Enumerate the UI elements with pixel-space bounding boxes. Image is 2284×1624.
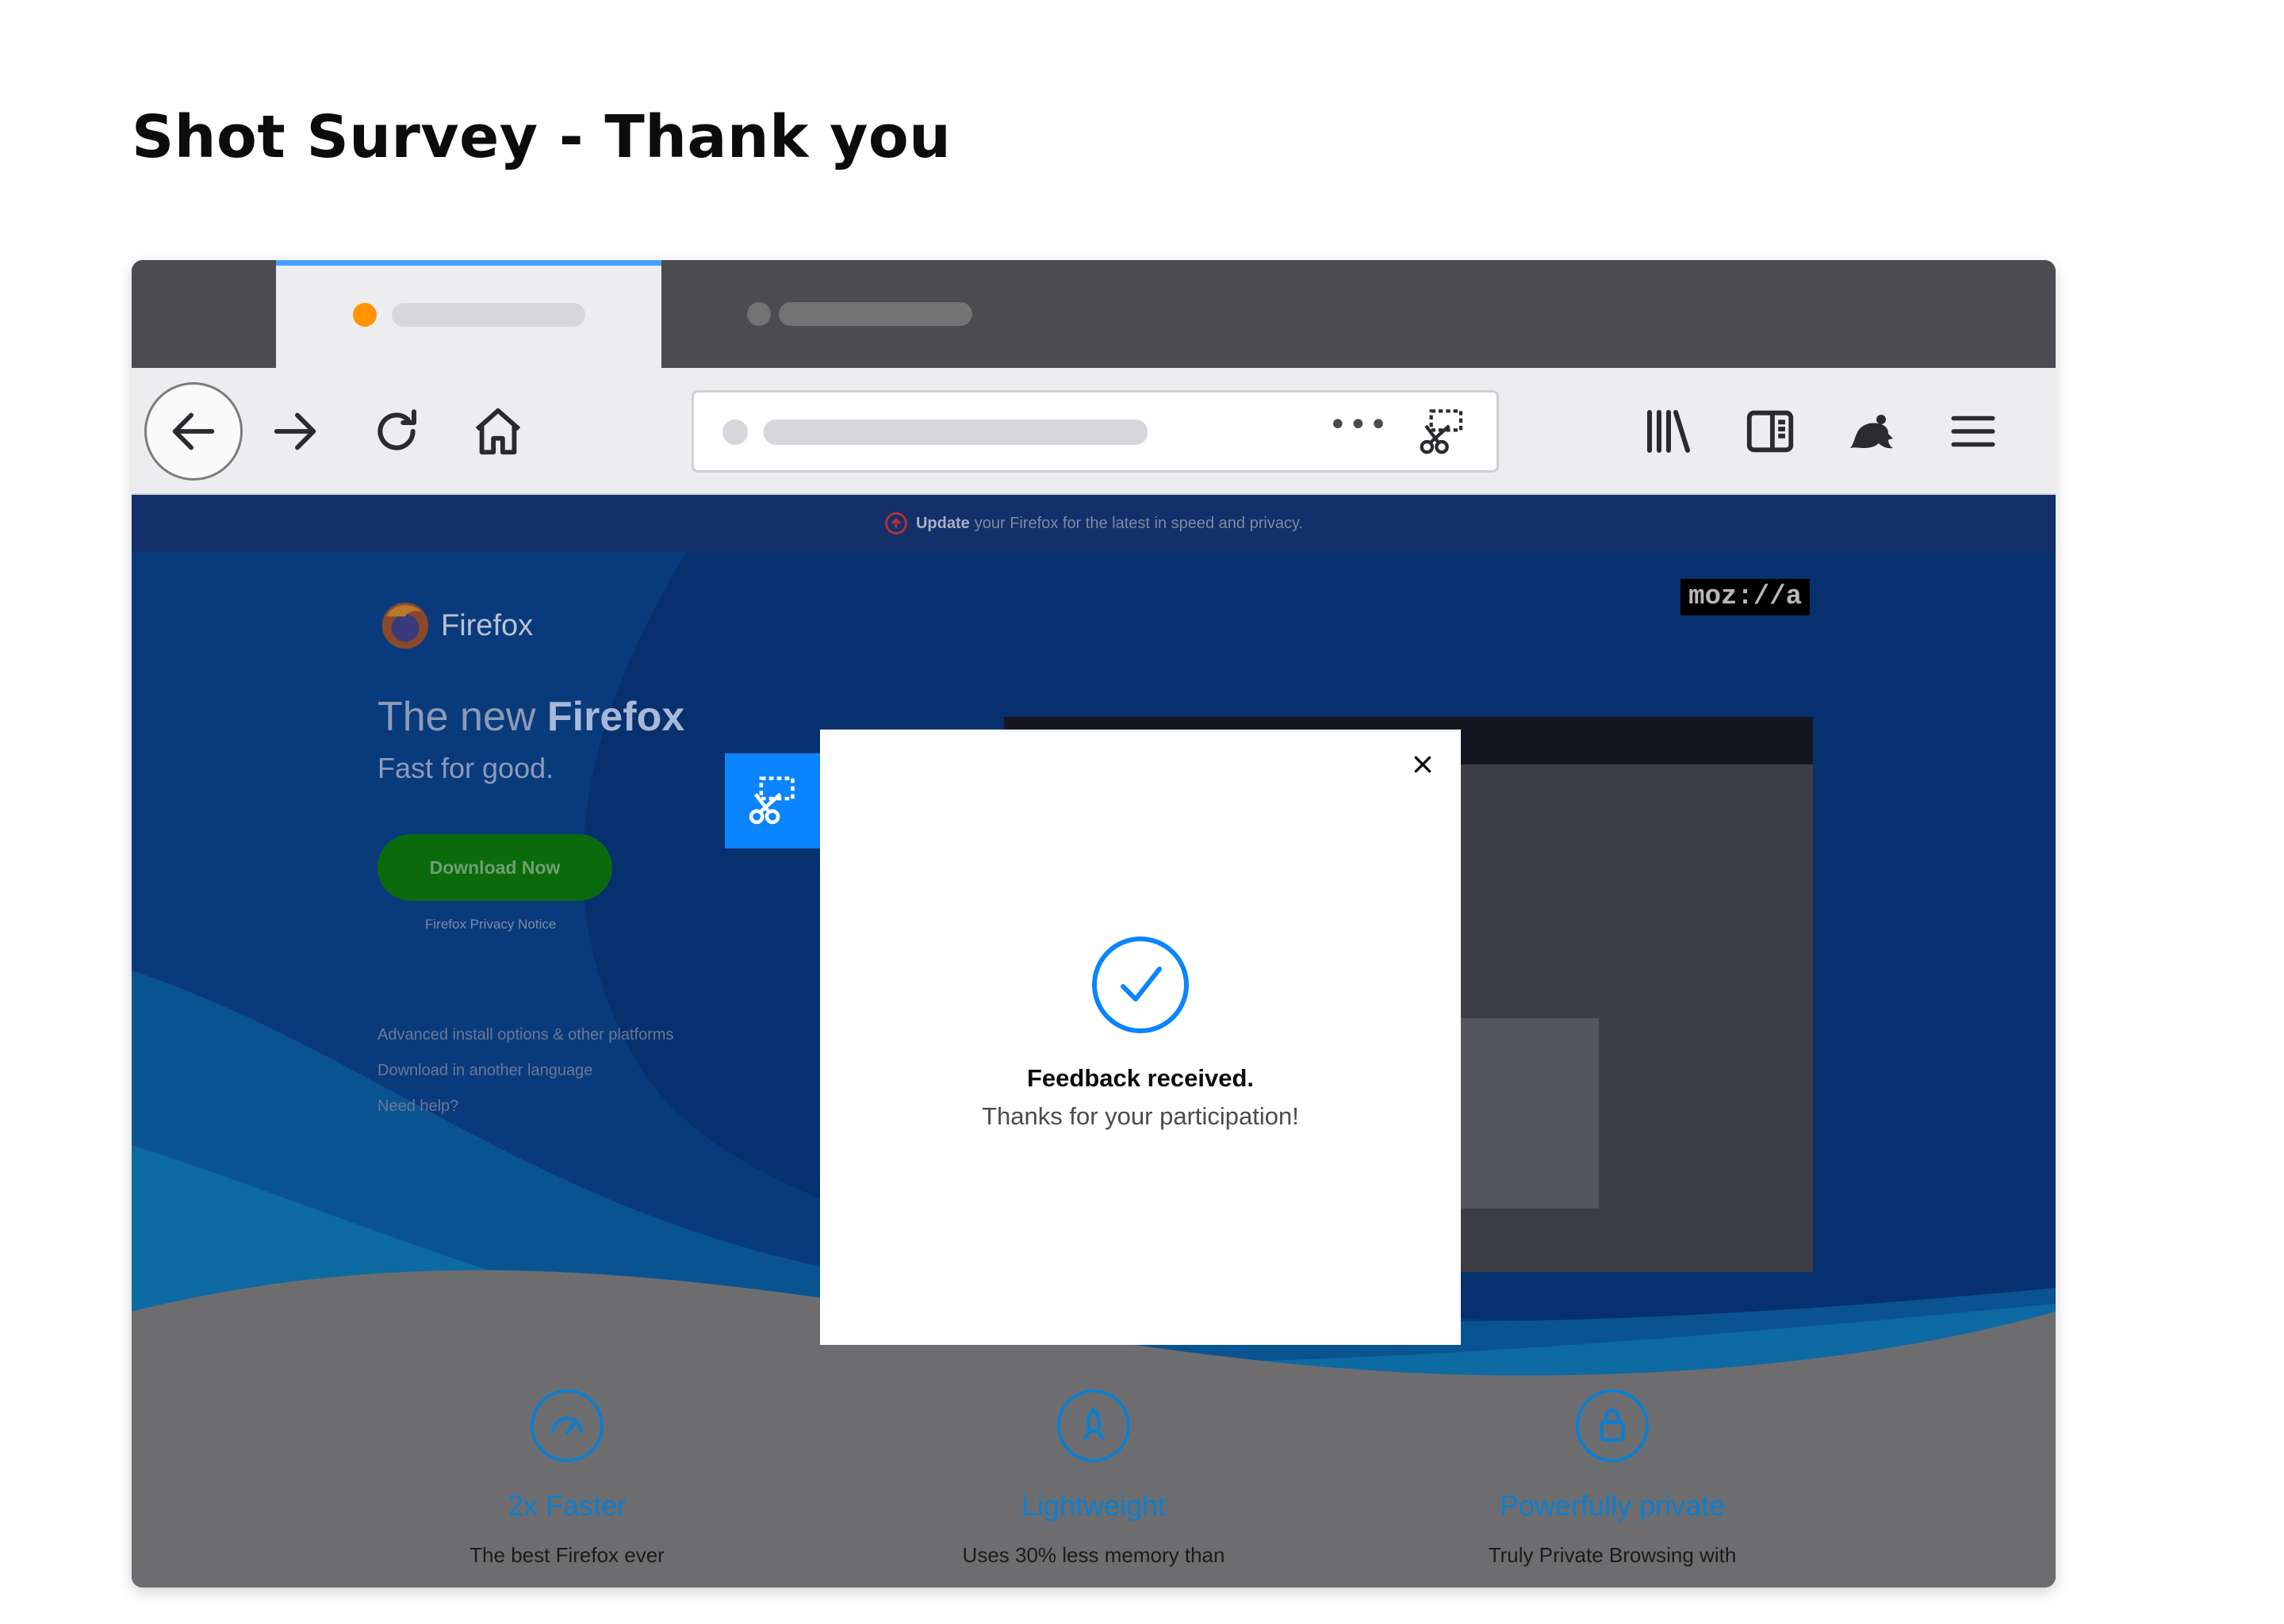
- url-bar[interactable]: •••: [692, 390, 1499, 473]
- update-banner[interactable]: Update your Firefox for the latest in sp…: [132, 495, 2056, 552]
- feature-desc: Truly Private Browsing with: [1488, 1543, 1737, 1567]
- rocket-icon: [1057, 1389, 1130, 1462]
- sidebar-icon: [1746, 410, 1794, 453]
- account-button[interactable]: [1822, 382, 1921, 481]
- forward-arrow-icon: [274, 412, 316, 450]
- lock-icon: [1576, 1389, 1649, 1462]
- feature-title: Powerfully private: [1499, 1489, 1726, 1522]
- menu-button[interactable]: [1924, 382, 2022, 481]
- update-icon: [884, 511, 908, 535]
- tab-title-placeholder: [392, 303, 585, 327]
- download-language-link[interactable]: Download in another language: [377, 1062, 592, 1080]
- tab-strip: [132, 260, 2056, 368]
- feature-title: 2x Faster: [507, 1489, 627, 1522]
- tab-title-placeholder: [779, 302, 972, 326]
- hero-headline-prefix: The new: [377, 694, 547, 740]
- need-help-link[interactable]: Need help?: [377, 1097, 458, 1116]
- speedometer-icon: [531, 1389, 604, 1462]
- url-placeholder: [764, 419, 1148, 445]
- page-title: Shot Survey - Thank you: [132, 103, 952, 171]
- mozilla-logo[interactable]: moz://a: [1680, 579, 1810, 615]
- advanced-install-link[interactable]: Advanced install options & other platfor…: [377, 1026, 674, 1044]
- download-button[interactable]: Download Now: [377, 834, 612, 901]
- hamburger-menu-icon: [1951, 416, 1995, 447]
- hero-headline: The new Firefox: [377, 693, 684, 741]
- feature-lightweight: Lightweight Uses 30% less memory than: [927, 1389, 1260, 1568]
- page-actions-button[interactable]: •••: [1328, 407, 1389, 443]
- forward-button[interactable]: [246, 382, 344, 481]
- library-button[interactable]: [1619, 382, 1718, 481]
- home-button[interactable]: [449, 382, 547, 481]
- tab-favicon: [747, 302, 771, 326]
- back-button[interactable]: [144, 382, 243, 481]
- feature-desc: The best Firefox ever: [469, 1543, 665, 1567]
- identity-placeholder: [722, 419, 748, 445]
- library-icon: [1647, 410, 1690, 453]
- screenshots-tab[interactable]: [725, 753, 820, 848]
- feedback-modal: Feedback received. Thanks for your parti…: [820, 730, 1461, 1345]
- screenshots-icon[interactable]: [1416, 407, 1468, 458]
- feature-desc: Uses 30% less memory than: [962, 1543, 1225, 1567]
- tab-active[interactable]: [276, 260, 661, 368]
- firefox-logo-icon: [381, 602, 429, 649]
- navigation-toolbar: •••: [132, 368, 2056, 495]
- firefox-logo[interactable]: Firefox: [377, 598, 533, 653]
- feature-faster: 2x Faster The best Firefox ever: [400, 1389, 734, 1568]
- feature-private: Powerfully private Truly Private Browsin…: [1446, 1389, 1779, 1568]
- feedback-title: Feedback received.: [1026, 1064, 1255, 1092]
- account-icon: [1850, 415, 1893, 449]
- sidebar-button[interactable]: [1721, 382, 1819, 481]
- reload-button[interactable]: [347, 382, 446, 481]
- features-section: 2x Faster The best Firefox ever Lightwei…: [132, 1389, 2056, 1588]
- tab-inactive[interactable]: [673, 260, 974, 368]
- checkmark-circle-icon: [1092, 936, 1189, 1033]
- feature-title: Lightweight: [1021, 1489, 1167, 1522]
- hero-headline-strong: Firefox: [546, 694, 685, 740]
- back-arrow-icon: [172, 412, 215, 450]
- close-button[interactable]: [1407, 749, 1439, 780]
- home-icon: [475, 408, 521, 455]
- hero-subheadline: Fast for good.: [377, 752, 554, 784]
- screenshots-icon: [749, 776, 795, 825]
- reload-icon: [377, 409, 417, 450]
- close-icon: [1414, 756, 1431, 773]
- privacy-notice-link[interactable]: Firefox Privacy Notice: [425, 917, 556, 933]
- feedback-subtitle: Thanks for your participation!: [982, 1102, 1299, 1130]
- banner-text: your Firefox for the latest in speed and…: [974, 514, 1304, 532]
- tab-favicon: [353, 303, 377, 327]
- banner-strong: Update: [915, 514, 970, 532]
- firefox-brand: Firefox: [441, 608, 534, 642]
